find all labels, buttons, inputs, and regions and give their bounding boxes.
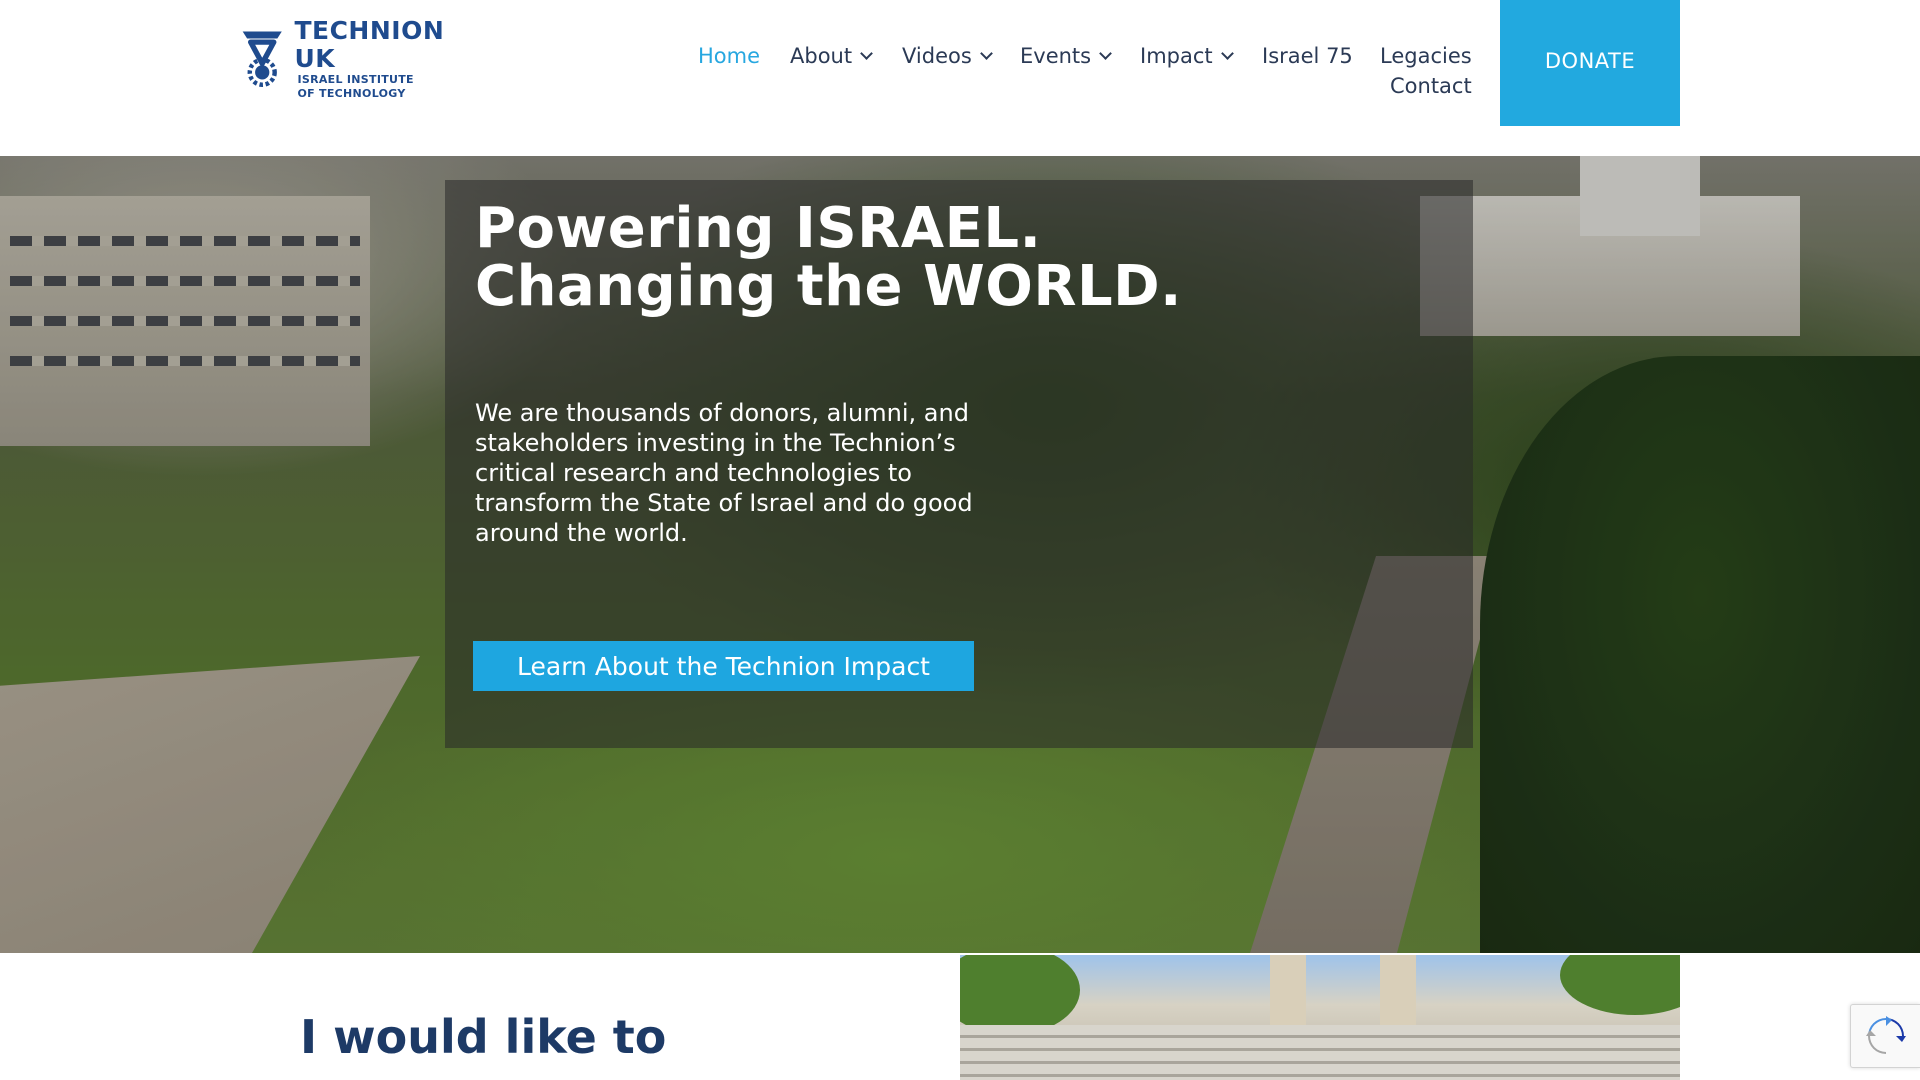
hero-section: Powering ISRAEL. Changing the WORLD. We … [0, 156, 1920, 953]
hero-title-line1-pre: Powering [475, 196, 795, 261]
pillar-shape [1380, 955, 1416, 1035]
nav-item-legacies[interactable]: Legacies [1380, 44, 1472, 68]
campus-amphitheater-image [960, 955, 1680, 1080]
pillar-shape [1270, 955, 1306, 1035]
tree-shape [960, 955, 1080, 1035]
logo-subtitle-line1: ISRAEL INSTITUTE [297, 73, 414, 86]
main-nav: Home About Videos Events Impact Israel 7… [690, 44, 1472, 108]
nav-item-videos[interactable]: Videos [902, 44, 993, 68]
technion-logo[interactable]: TECHNION UK ISRAEL INSTITUTE OF TECHNOLO… [240, 17, 472, 100]
amphitheater-steps [960, 1025, 1680, 1080]
logo-title: TECHNION UK [294, 16, 445, 73]
nav-item-events[interactable]: Events [1020, 44, 1112, 68]
chevron-down-icon [979, 47, 993, 60]
recaptcha-badge[interactable] [1850, 1004, 1920, 1068]
tree-shape [1560, 955, 1680, 1015]
technion-logo-icon [242, 31, 282, 88]
hero-title-line2-end: . [1160, 254, 1182, 319]
logo-text: TECHNION UK ISRAEL INSTITUTE OF TECHNOLO… [294, 17, 472, 101]
chevron-down-icon [860, 47, 873, 60]
nav-item-label: Events [1020, 44, 1092, 68]
donate-button[interactable]: DONATE [1500, 0, 1680, 126]
logo-subtitle-line2: OF TECHNOLOGY [297, 87, 406, 100]
nav-item-about[interactable]: About [790, 44, 873, 68]
nav-item-israel-75[interactable]: Israel 75 [1262, 44, 1353, 68]
chevron-down-icon [1220, 47, 1234, 60]
learn-impact-button[interactable]: Learn About the Technion Impact [473, 641, 974, 691]
nav-item-contact[interactable]: Contact [1390, 74, 1472, 98]
hero-title: Powering ISRAEL. Changing the WORLD. [475, 200, 1182, 316]
recaptcha-icon [1865, 1016, 1906, 1054]
hero-title-line2-pre: Changing the [475, 254, 923, 319]
nav-item-impact[interactable]: Impact [1140, 44, 1234, 68]
hero-description: We are thousands of donors, alumni, and … [475, 399, 973, 547]
nav-item-label: Videos [902, 44, 972, 68]
hero-title-line1-end: . [1019, 196, 1042, 261]
chevron-down-icon [1099, 47, 1112, 60]
donation-intent-heading: I would like to [300, 1010, 667, 1064]
site-header: TECHNION UK ISRAEL INSTITUTE OF TECHNOLO… [0, 0, 1920, 156]
nav-item-label: Impact [1140, 44, 1213, 68]
nav-item-label: About [790, 44, 853, 68]
nav-item-home[interactable]: Home [698, 44, 760, 68]
hero-title-line1-bold: ISRAEL [795, 196, 1020, 261]
hero-title-line2-bold: WORLD [922, 254, 1161, 319]
hero-overlay-box: Powering ISRAEL. Changing the WORLD. We … [445, 180, 1473, 748]
